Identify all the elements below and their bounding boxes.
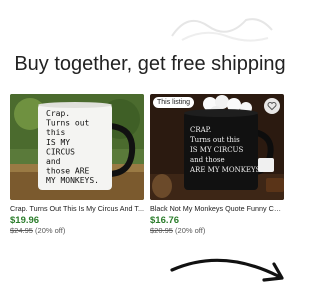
mug-text-line: Turns out this <box>190 136 240 144</box>
original-price-1: $24.95 <box>10 226 33 235</box>
mug-text-line: this <box>46 128 65 137</box>
mug-text-line: and <box>46 157 61 166</box>
mug-text-line: those ARE <box>46 167 90 176</box>
product-discount-row-2: $20.95 (20% off) <box>150 226 284 235</box>
discount-label-1: (20% off) <box>35 226 66 235</box>
product-image-2[interactable]: CRAP. Turns out this IS MY CIRCUS and those… <box>150 94 284 200</box>
product-card-1[interactable]: Crap. Turns out this IS MY CIRCUS and those AR… <box>10 94 144 235</box>
mug-text-line: and those <box>190 156 225 164</box>
decorative-sketch <box>171 18 273 42</box>
product-title-2[interactable]: Black Not My Monkeys Quote Funny Cof... <box>150 204 284 213</box>
curved-arrow-icon <box>170 258 284 282</box>
mug-text-line: IS MY CIRCUS <box>190 146 243 154</box>
product-title-1[interactable]: Crap. Turns Out This Is My Circus And T.… <box>10 204 144 213</box>
product-price-1: $19.96 <box>10 215 40 226</box>
original-price-2: $20.95 <box>150 226 173 235</box>
product-card-2[interactable]: CRAP. Turns out this IS MY CIRCUS and those… <box>150 94 284 235</box>
mug-text-line: CIRCUS <box>46 147 75 156</box>
product-discount-row-1: $24.95 (20% off) <box>10 226 144 235</box>
heart-icon <box>267 101 277 111</box>
mug-text-line: MY MONKEYS. <box>46 176 99 185</box>
mug-text-line: CRAP. <box>190 126 211 134</box>
mug-text-line: IS MY <box>46 138 70 147</box>
favorite-button[interactable] <box>264 98 280 114</box>
product-image-1[interactable]: Crap. Turns out this IS MY CIRCUS and those AR… <box>10 94 144 200</box>
discount-label-2: (20% off) <box>175 226 206 235</box>
mug-text-line: ARE MY MONKEYS. <box>189 166 262 174</box>
product-price-2: $16.76 <box>150 215 180 226</box>
section-headline: Buy together, get free shipping <box>14 53 286 75</box>
mug-text-line: Turns out <box>46 119 90 128</box>
mug-text-line: Crap. <box>46 109 70 118</box>
this-listing-badge: This listing <box>153 97 195 108</box>
